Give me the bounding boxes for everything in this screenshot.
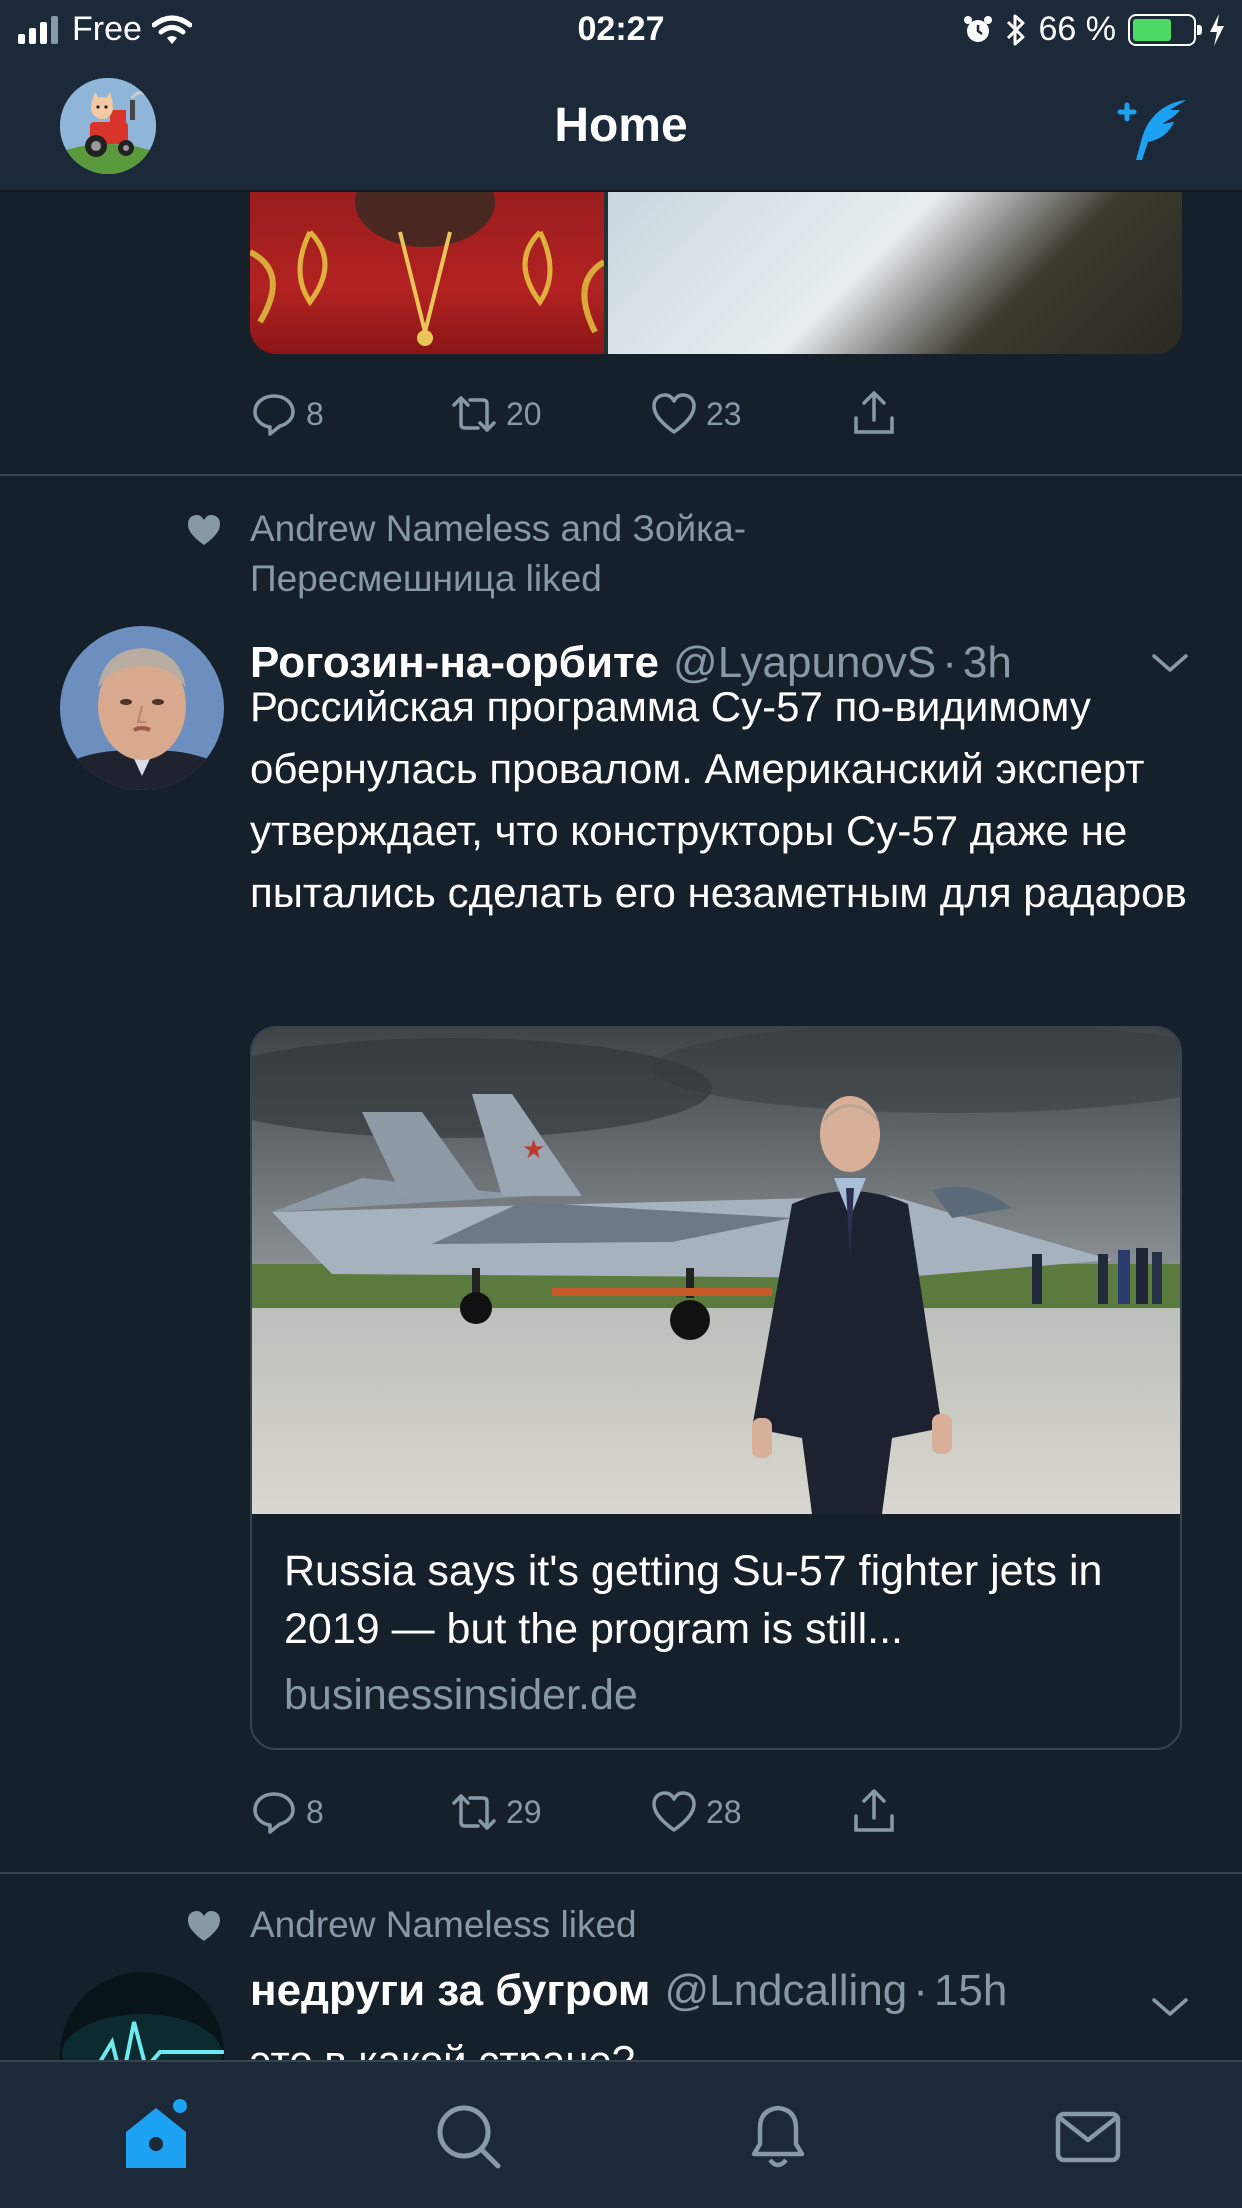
link-card[interactable]: ★ Russia says it's getting Su-57 fighter… xyxy=(250,1026,1182,1750)
share-icon xyxy=(854,391,894,434)
previous-tweet-media[interactable] xyxy=(250,192,1182,354)
retweet-count: 20 xyxy=(506,395,542,432)
link-card-domain: businessinsider.de xyxy=(284,1671,638,1719)
reply-icon xyxy=(253,1792,295,1834)
page-title: Home xyxy=(554,99,688,152)
reply-button[interactable]: 8 xyxy=(250,1788,450,1836)
reply-button[interactable]: 8 xyxy=(250,390,450,438)
author-handle[interactable]: @Lndcalling xyxy=(664,1966,907,2016)
twitter-home-screen: Free 02:27 66 % Home 8 20 23 Andrew Name… xyxy=(0,0,1242,2208)
liked-heart-icon xyxy=(188,515,220,545)
search-icon[interactable] xyxy=(428,2096,508,2176)
share-button[interactable] xyxy=(850,390,1050,438)
like-count: 28 xyxy=(706,1793,742,1830)
ornament-pattern xyxy=(250,192,606,346)
media-photo-left xyxy=(250,192,606,354)
reply-icon xyxy=(253,394,295,436)
chevron-down-icon[interactable] xyxy=(1150,1994,1190,2020)
like-icon xyxy=(652,393,696,434)
retweet-button[interactable]: 29 xyxy=(450,1788,650,1836)
author-portrait xyxy=(60,626,224,790)
like-icon xyxy=(652,1791,696,1832)
reply-count: 8 xyxy=(306,395,324,432)
link-card-image: ★ xyxy=(252,1028,1180,1514)
media-photo-right xyxy=(608,192,1182,354)
tweet-divider xyxy=(0,474,1242,476)
previous-tweet-actions: 8 20 23 xyxy=(250,390,1050,438)
retweet-icon xyxy=(452,1794,496,1830)
social-context[interactable]: Andrew Nameless and Зойка-Пересмешница l… xyxy=(186,504,890,604)
tweet-actions: 8 29 28 xyxy=(250,1788,1050,1836)
reply-count: 8 xyxy=(306,1793,324,1830)
compose-tweet-icon[interactable] xyxy=(1112,94,1192,164)
like-button[interactable]: 23 xyxy=(650,390,850,438)
tweet-author-avatar[interactable] xyxy=(60,626,224,790)
tweet-divider xyxy=(0,1872,1242,1874)
chevron-down-icon[interactable] xyxy=(1150,650,1190,676)
retweet-button[interactable]: 20 xyxy=(450,390,650,438)
link-card-body: Russia says it's getting Su-57 fighter j… xyxy=(252,1514,1180,1748)
charging-bolt-icon xyxy=(1210,13,1224,46)
tweet-header: недруги за бугром @Lndcalling · 15h xyxy=(250,1966,1007,2016)
status-bar: Free 02:27 66 % xyxy=(0,0,1242,62)
social-context-text: Andrew Nameless and Зойка-Пересмешница l… xyxy=(250,508,747,599)
retweet-icon xyxy=(452,396,496,432)
like-button[interactable]: 28 xyxy=(650,1788,850,1836)
share-button[interactable] xyxy=(850,1788,1050,1836)
svg-text:★: ★ xyxy=(522,1135,545,1165)
bluetooth-icon xyxy=(1006,14,1024,45)
battery-percent: 66 % xyxy=(1038,10,1117,48)
tweet-time[interactable]: 15h xyxy=(934,1966,1007,2016)
battery-level-fill xyxy=(1133,18,1172,41)
home-header: Home xyxy=(0,62,1242,192)
share-icon xyxy=(854,1789,894,1832)
social-context[interactable]: Andrew Nameless liked xyxy=(186,1900,890,1950)
retweet-count: 29 xyxy=(506,1793,542,1830)
author-name[interactable]: недруги за бугром xyxy=(250,1966,650,2016)
messages-icon[interactable] xyxy=(1048,2096,1128,2176)
fighter-jet-photo: ★ xyxy=(252,1028,1180,1514)
bottom-tab-bar xyxy=(0,2060,1242,2208)
social-context-text: Andrew Nameless liked xyxy=(250,1904,637,1945)
status-right: 66 % xyxy=(963,10,1227,49)
battery-icon xyxy=(1128,13,1202,46)
tweet-text: Российская программа Су-57 по-видимому о… xyxy=(250,683,1187,916)
liked-heart-icon xyxy=(188,1911,220,1941)
link-card-title: Russia says it's getting Su-57 fighter j… xyxy=(284,1547,1103,1653)
alarm-icon xyxy=(963,15,992,42)
header-separator: · xyxy=(913,1966,928,2015)
home-icon[interactable] xyxy=(116,2096,196,2176)
notifications-icon[interactable] xyxy=(738,2096,818,2176)
like-count: 23 xyxy=(706,395,742,432)
